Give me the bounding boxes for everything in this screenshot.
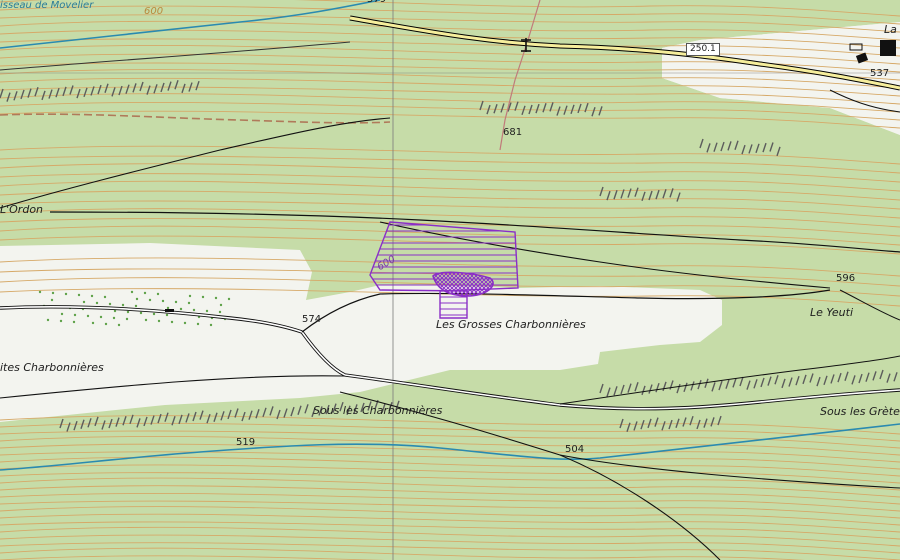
topographic-map[interactable]: isseau de Movelier 600 579 250.1 La 537 … [0,0,900,560]
vegetation-dot [165,313,169,317]
vegetation-dot [196,322,200,326]
vegetation-dot [91,321,95,325]
building-la [880,40,896,56]
vegetation-dot [82,300,86,304]
vegetation-dot [174,300,178,304]
vegetation-dot [38,290,42,294]
vegetation-dot [139,311,143,315]
vegetation-dot [152,312,156,316]
vegetation-dot [187,301,191,305]
vegetation-dot [125,317,129,321]
vegetation-dot [156,292,160,296]
vegetation-dot [135,297,139,301]
vegetation-dot [192,308,196,312]
vegetation-dot [121,303,125,307]
vegetation-dot [161,299,165,303]
building-charbonnieres [165,309,174,312]
vegetation-dot [113,309,117,313]
vegetation-dot [99,315,103,319]
vegetation-dot [50,298,54,302]
vegetation-dot [108,302,112,306]
vegetation-dot [205,309,209,313]
vegetation-dot [90,294,94,298]
vegetation-dot [188,294,192,298]
vegetation-dot [143,291,147,295]
vegetation-dot [148,298,152,302]
vegetation-dot [134,304,138,308]
vegetation-dot [201,295,205,299]
vegetation-dot [183,321,187,325]
vegetation-dot [86,314,90,318]
vegetation-dot [218,310,222,314]
vegetation-dot [46,318,50,322]
vegetation-dot [179,307,183,311]
vegetation-dot [117,323,121,327]
vegetation-dot [77,293,81,297]
vegetation-dot [59,319,63,323]
vegetation-dot [103,295,107,299]
vegetation-dot [166,306,170,310]
vegetation-dot [209,323,213,327]
vegetation-dot [112,316,116,320]
vegetation-dot [95,301,99,305]
vegetation-dot [130,290,134,294]
vegetation-dot [227,297,231,301]
vegetation-dot [126,310,130,314]
vegetation-dot [104,322,108,326]
vegetation-dot [72,320,76,324]
label-route-number: 250.1 [686,43,720,56]
vegetation-dot [73,313,77,317]
vegetation-dot [144,318,148,322]
vegetation-dot [170,320,174,324]
vegetation-dot [219,303,223,307]
vegetation-dot [214,296,218,300]
vegetation-dot [60,312,64,316]
map-canvas [0,0,900,560]
vegetation-dot [51,291,55,295]
vegetation-dot [157,319,161,323]
vegetation-dot [64,292,68,296]
